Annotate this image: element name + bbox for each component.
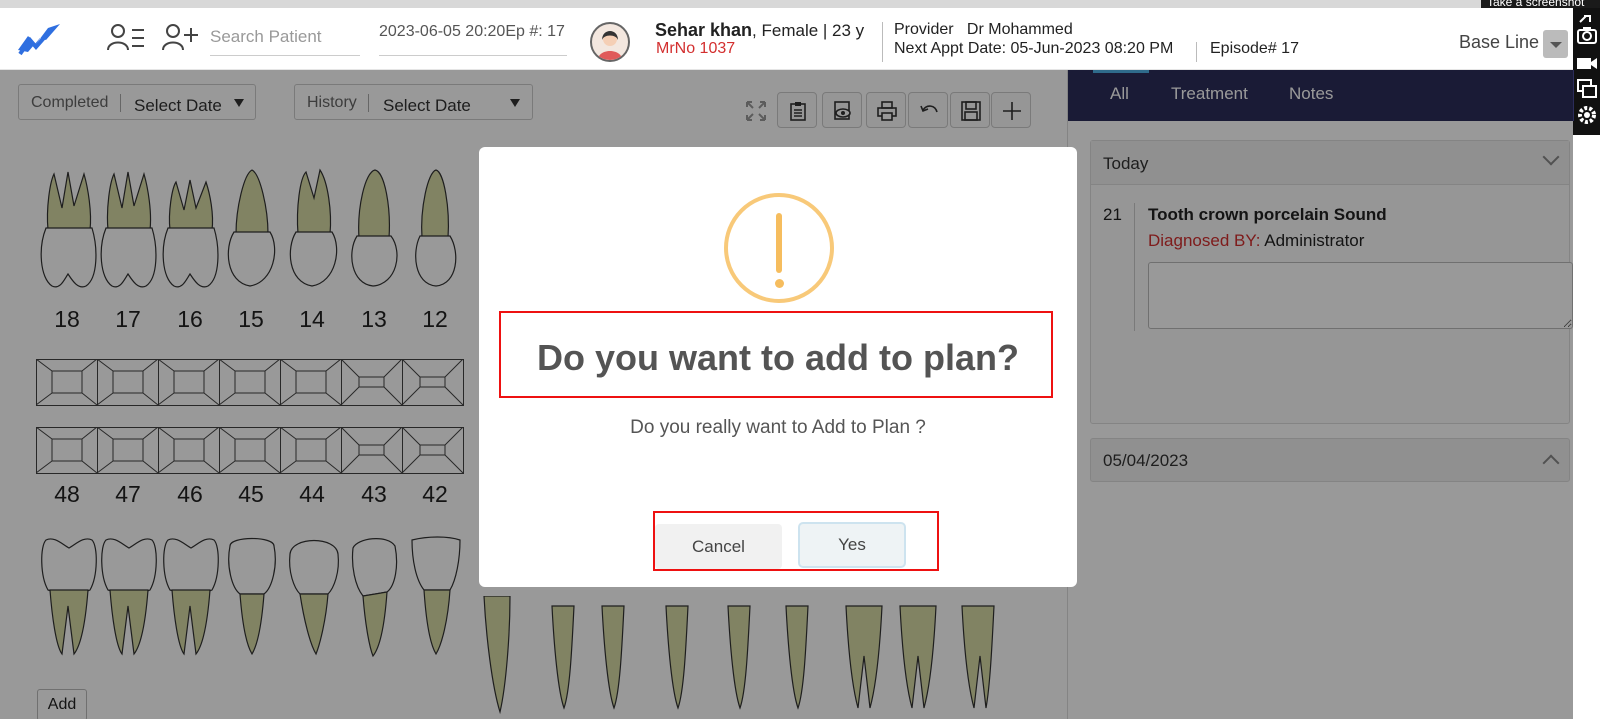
search-patient-input[interactable] xyxy=(210,18,360,56)
patient-name-line: Sehar khan, Female | 23 y xyxy=(655,20,864,41)
view-mode-label: Base Line xyxy=(1459,32,1540,52)
add-patient-icon[interactable] xyxy=(161,22,201,54)
visit-date-field[interactable]: 2023-06-05 20:20Ep #: 17 xyxy=(379,18,567,56)
pin-icon[interactable] xyxy=(1576,14,1598,24)
app-logo-icon[interactable] xyxy=(16,20,62,56)
cancel-button[interactable]: Cancel xyxy=(655,524,782,569)
patient-avatar xyxy=(590,22,630,62)
header-divider xyxy=(1196,42,1197,62)
patient-header: 2023-06-05 20:20Ep #: 17 Sehar khan, Fem… xyxy=(0,8,1600,70)
warning-icon xyxy=(724,193,834,303)
video-icon[interactable] xyxy=(1576,52,1598,74)
provider-name: Dr Mohammed xyxy=(966,21,1073,38)
patient-details: , Female | 23 y xyxy=(752,21,865,40)
header-divider xyxy=(882,22,883,62)
patient-list-icon[interactable] xyxy=(106,22,146,54)
provider-label: Provider xyxy=(894,21,954,38)
patient-mrno: MrNo 1037 xyxy=(656,40,736,57)
camera-icon[interactable] xyxy=(1576,24,1598,46)
browser-top-strip xyxy=(0,0,1600,8)
episode-number: Episode# 17 xyxy=(1210,40,1299,57)
warning-icon-bar xyxy=(776,213,782,273)
provider-line: Provider Dr Mohammed xyxy=(894,21,1073,39)
view-mode-dropdown[interactable] xyxy=(1543,30,1568,58)
add-to-plan-dialog: Do you want to add to plan? Do you reall… xyxy=(479,147,1077,587)
next-appointment: Next Appt Date: 05-Jun-2023 08:20 PM xyxy=(894,40,1174,57)
capture-toolbar xyxy=(1573,8,1600,135)
patient-name: Sehar khan xyxy=(655,20,753,40)
windows-icon[interactable] xyxy=(1576,78,1598,100)
warning-icon-dot xyxy=(774,279,784,288)
yes-button[interactable]: Yes xyxy=(798,522,906,568)
settings-gear-icon[interactable] xyxy=(1576,104,1598,126)
dialog-message: Do you really want to Add to Plan ? xyxy=(630,417,926,438)
dialog-title: Do you want to add to plan? xyxy=(537,337,1019,378)
